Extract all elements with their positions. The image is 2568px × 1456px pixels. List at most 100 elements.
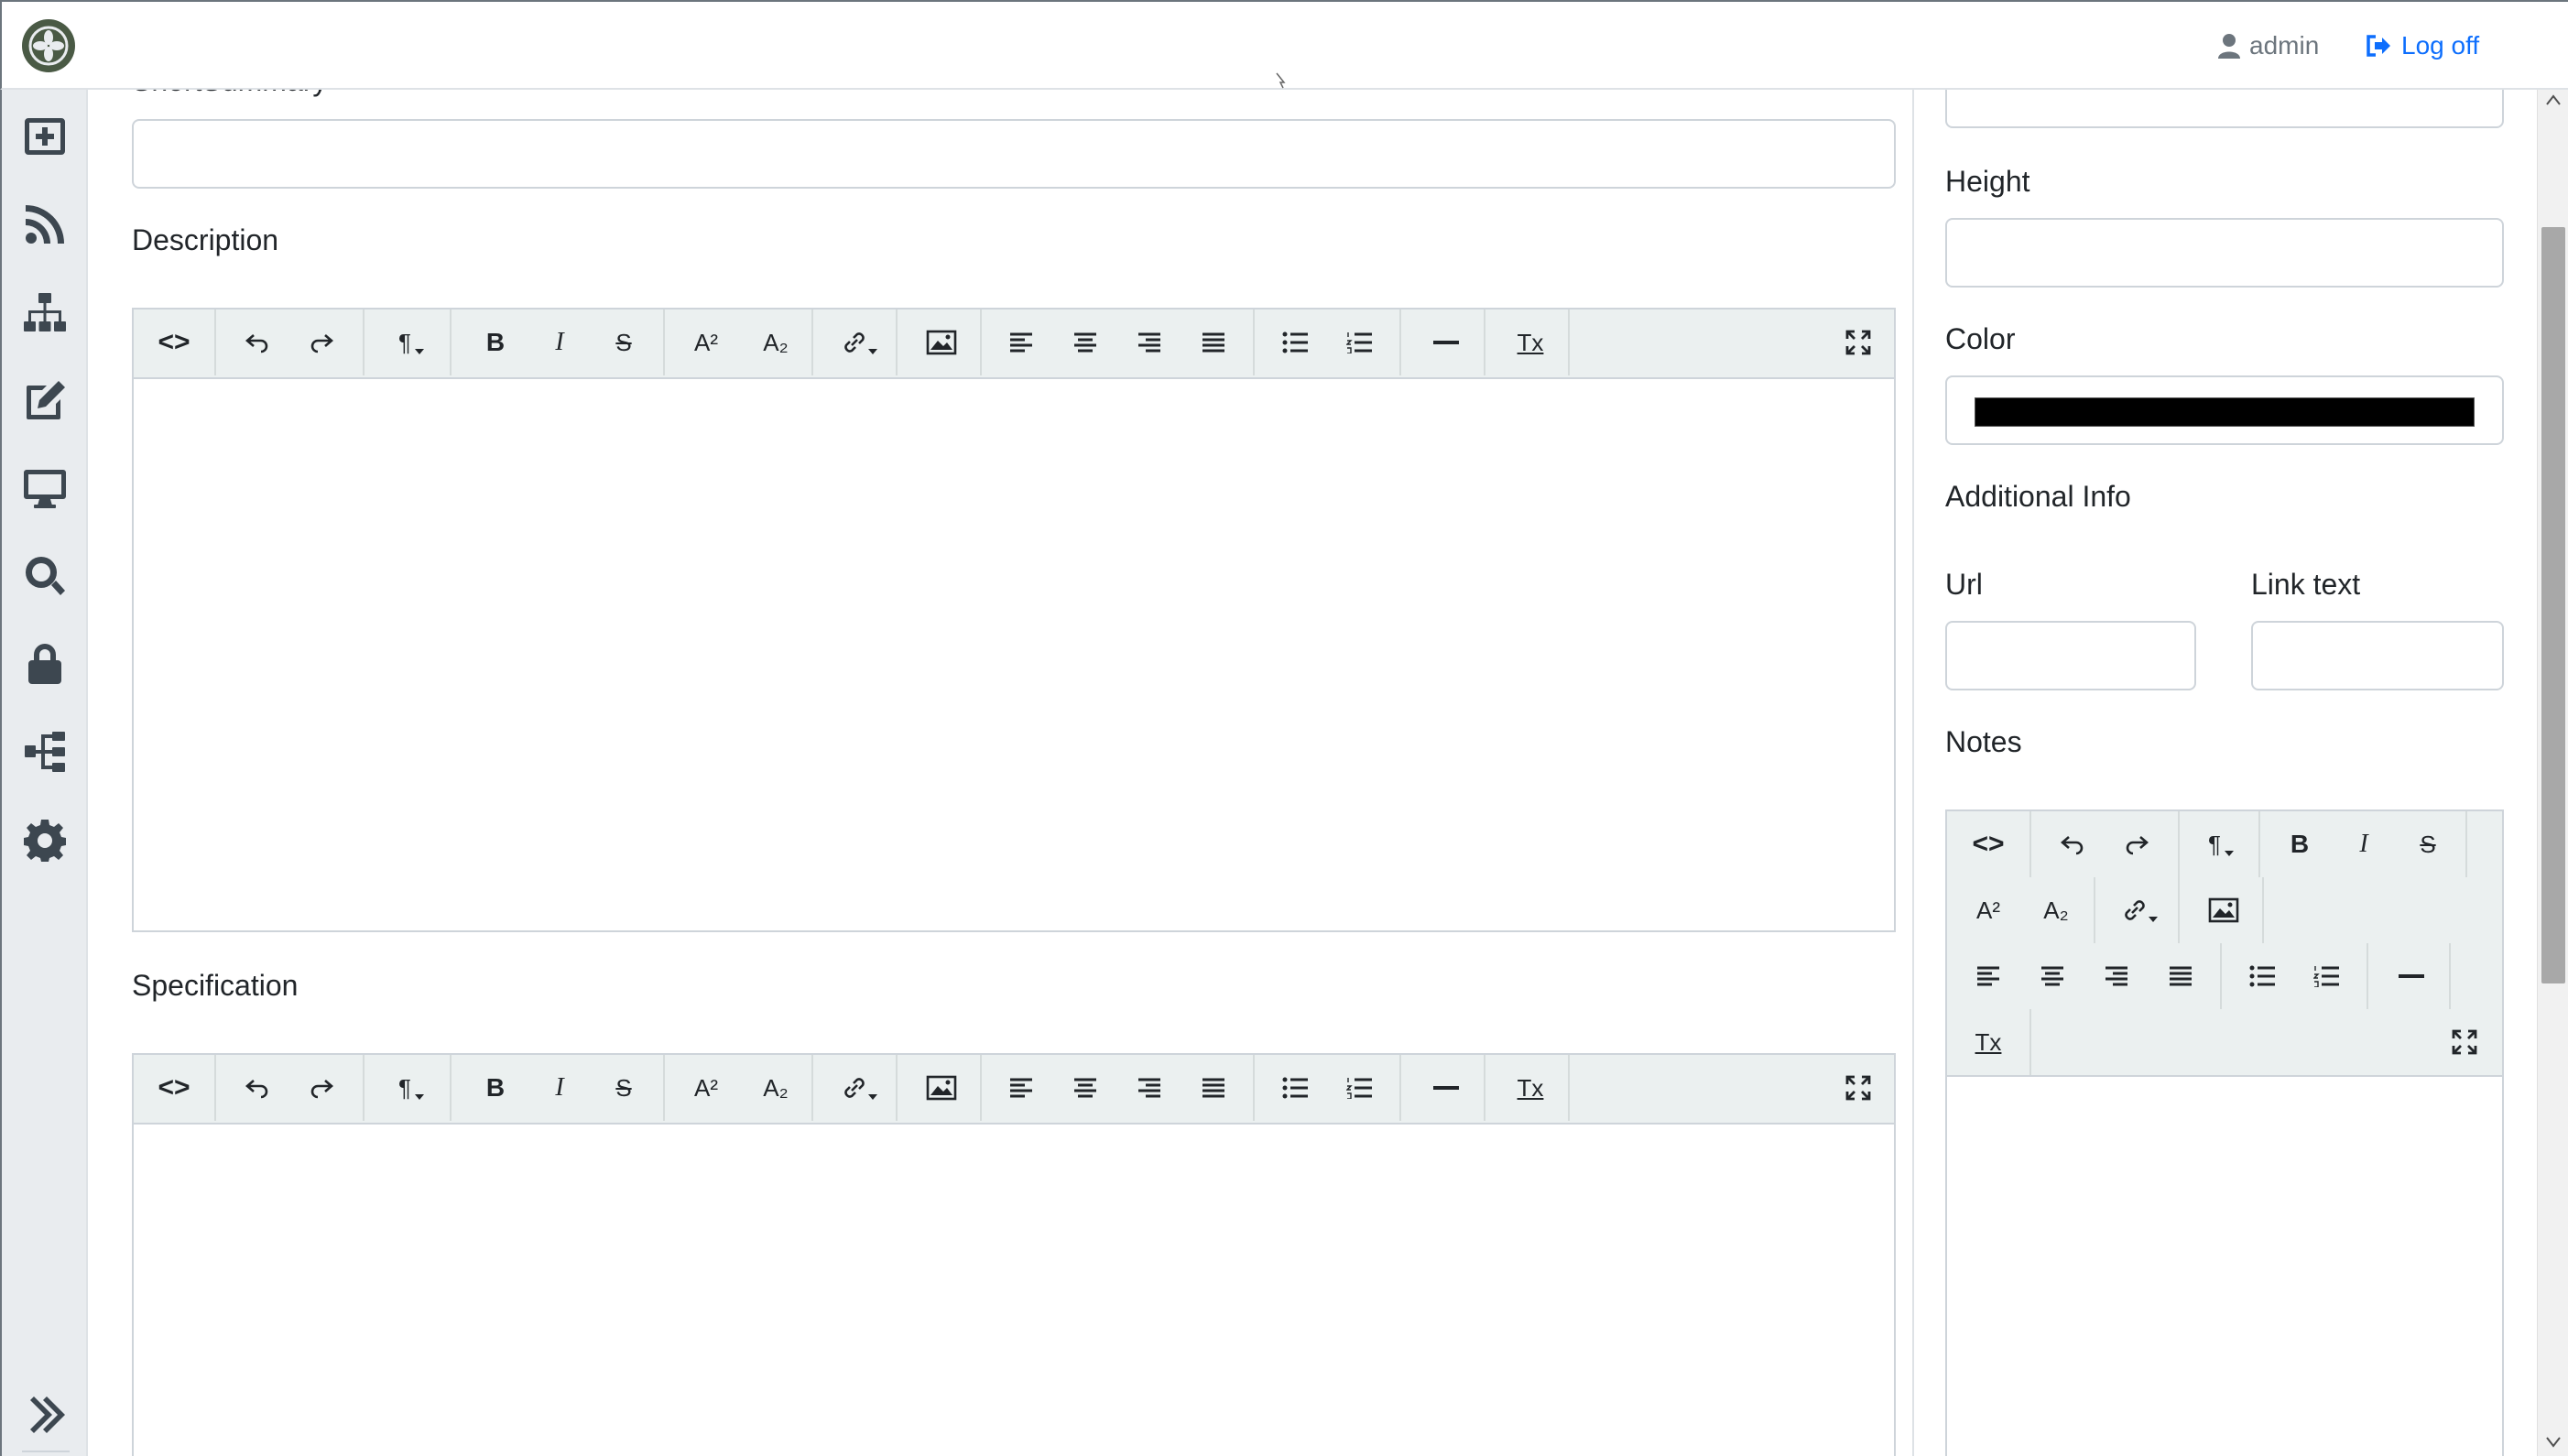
italic-button[interactable]: I [528,1055,592,1121]
align-left-button[interactable] [989,310,1053,375]
edit-icon[interactable] [18,374,71,427]
short-summary-input[interactable] [132,119,1896,189]
numbered-list-button[interactable] [1328,1055,1392,1121]
subscript-button[interactable]: A₂ [2024,877,2088,943]
plus-square-icon[interactable] [18,110,71,163]
fullscreen-button[interactable] [1826,310,1890,375]
align-left-button[interactable] [1956,943,2020,1009]
link-dropdown[interactable] [2103,877,2176,943]
paragraph-format-dropdown[interactable]: ¶ [379,1055,443,1121]
height-label: Height [1945,165,2030,198]
double-chevron-right-icon[interactable] [18,1388,71,1441]
align-center-button[interactable] [2020,943,2084,1009]
align-justify-button[interactable] [1181,310,1246,375]
code-view-button[interactable]: <> [134,1055,214,1121]
superscript-button[interactable]: A² [674,310,738,375]
undo-icon [245,1080,268,1099]
logoff-link[interactable]: Log off [2365,31,2479,60]
bold-button[interactable]: B [463,310,528,375]
align-center-button[interactable] [1053,1055,1117,1121]
strikethrough-button[interactable]: S [592,1055,656,1121]
undo-button[interactable] [2040,811,2105,877]
page-scrollbar[interactable] [2537,90,2568,1456]
bold-button[interactable]: B [463,1055,528,1121]
bold-button[interactable]: B [2268,811,2332,877]
insert-image-button[interactable] [905,310,978,375]
specification-content-area[interactable] [134,1125,1894,1456]
fullscreen-button[interactable] [1826,1055,1890,1121]
link-text-label: Link text [2251,568,2361,601]
link-dropdown[interactable] [822,310,896,375]
search-icon[interactable] [18,549,71,603]
subscript-button[interactable]: A₂ [742,310,810,375]
numbered-list-button[interactable] [2295,943,2359,1009]
clear-format-label: Tx [1517,1073,1544,1102]
logo[interactable] [22,19,75,72]
insert-image-button[interactable] [905,1055,978,1121]
insert-image-button[interactable] [2187,877,2260,943]
strikethrough-button[interactable]: S [592,310,656,375]
description-content-area[interactable] [134,379,1894,930]
notes-content-area[interactable] [1947,1077,2502,1456]
clear-format-button[interactable]: Tx [1495,310,1566,375]
bullet-list-button[interactable] [1264,1055,1328,1121]
link-dropdown[interactable] [822,1055,896,1121]
scroll-up-icon[interactable] [2545,93,2562,106]
url-input[interactable] [1945,621,2196,690]
gear-icon[interactable] [18,813,71,866]
desktop-icon[interactable] [18,462,71,515]
link-text-input[interactable] [2251,621,2504,690]
height-input[interactable] [1945,218,2504,288]
superscript-button[interactable]: A² [1956,877,2020,943]
align-justify-button[interactable] [2149,943,2213,1009]
clear-format-label: Tx [1517,328,1544,356]
bullet-list-button[interactable] [1264,310,1328,375]
paragraph-format-dropdown[interactable]: ¶ [379,310,443,375]
redo-button[interactable] [2105,811,2169,877]
scrollbar-thumb[interactable] [2541,227,2565,983]
horizontal-rule-button[interactable] [1410,310,1482,375]
align-left-button[interactable] [989,1055,1053,1121]
paragraph-format-dropdown[interactable]: ¶ [2189,811,2253,877]
undo-button[interactable] [234,1055,280,1121]
clear-format-button[interactable]: Tx [1956,1009,2020,1075]
rss-icon[interactable] [18,198,71,251]
color-label: Color [1945,322,2016,355]
right-panel: Height Color Additional Info Url Link te… [1920,90,2533,1456]
numbered-list-button[interactable] [1328,310,1392,375]
code-view-button[interactable]: <> [1947,811,2029,877]
undo-button[interactable] [234,310,280,375]
user-menu[interactable]: admin [2218,31,2319,60]
strikethrough-button[interactable]: S [2396,811,2460,877]
horizontal-rule-button[interactable] [1410,1055,1482,1121]
align-justify-button[interactable] [1181,1055,1246,1121]
superscript-button[interactable]: A² [674,1055,738,1121]
clear-format-button[interactable]: Tx [1495,1055,1566,1121]
bullet-list-button[interactable] [2231,943,2295,1009]
subscript-button[interactable]: A₂ [742,1055,810,1121]
top-partial-input[interactable] [1945,90,2504,128]
redo-button[interactable] [299,310,344,375]
tree-icon[interactable] [18,725,71,778]
scroll-down-icon[interactable] [2545,1436,2562,1449]
align-center-button[interactable] [1053,310,1117,375]
align-right-button[interactable] [1117,310,1181,375]
lock-icon[interactable] [18,637,71,690]
fullscreen-button[interactable] [2432,1009,2497,1075]
sitemap-icon[interactable] [18,286,71,339]
redo-button[interactable] [299,1055,344,1121]
undo-icon [2061,836,2084,855]
italic-button[interactable]: I [2332,811,2396,877]
paragraph-label: ¶ [398,328,411,356]
align-right-button[interactable] [1117,1055,1181,1121]
notes-label: Notes [1945,725,2022,758]
image-icon [926,1075,957,1101]
italic-button[interactable]: I [528,310,592,375]
align-right-button[interactable] [2084,943,2149,1009]
align-left-icon [1010,332,1032,353]
color-picker[interactable] [1945,375,2504,445]
horizontal-rule-button[interactable] [2376,943,2447,1009]
align-right-icon [1138,1078,1160,1098]
main-form: ShortSummary Description <> ¶ B I S A² A… [88,90,1920,1456]
code-view-button[interactable]: <> [134,310,214,375]
